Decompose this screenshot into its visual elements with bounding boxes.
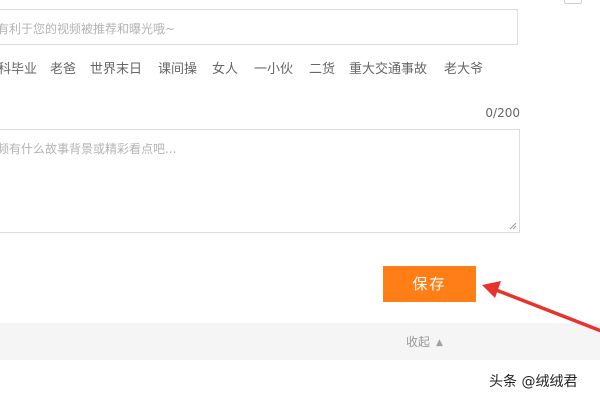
resize-handle-icon[interactable] xyxy=(509,222,517,230)
collapse-label: 收起 xyxy=(406,335,431,349)
suggested-tag[interactable]: 科毕业 xyxy=(0,58,37,77)
suggested-tag[interactable]: 女人 xyxy=(212,58,238,77)
watermark: 头条 @绒绒君 xyxy=(489,374,578,390)
description-char-counter: 0/200 xyxy=(485,106,520,120)
annotation-arrow-head xyxy=(482,281,501,298)
window-corner-icon[interactable] xyxy=(564,0,582,4)
suggested-tag[interactable]: 重大交通事故 xyxy=(349,58,427,77)
description-textarea[interactable]: 频有什么故事背景或精彩看点吧... xyxy=(0,129,520,233)
description-placeholder: 频有什么故事背景或精彩看点吧... xyxy=(0,142,177,156)
suggested-tag[interactable]: 二货 xyxy=(309,58,335,77)
suggested-tag[interactable]: 老大爷 xyxy=(444,58,483,77)
tags-input[interactable]: 有利于您的视频被推荐和曝光哦~ xyxy=(0,9,518,45)
suggested-tag[interactable]: 老爸 xyxy=(50,58,76,77)
suggested-tag[interactable]: 课间操 xyxy=(158,58,197,77)
suggested-tag[interactable]: 一小伙 xyxy=(254,58,293,77)
collapse-link[interactable]: 收起 ▲ xyxy=(406,333,443,350)
bottom-bar: 收起 ▲ xyxy=(0,323,600,360)
save-button[interactable]: 保存 xyxy=(383,266,476,302)
suggested-tag[interactable]: 世界末日 xyxy=(90,58,142,77)
caret-up-icon: ▲ xyxy=(436,338,443,348)
tags-input-placeholder: 有利于您的视频被推荐和曝光哦~ xyxy=(0,22,176,36)
